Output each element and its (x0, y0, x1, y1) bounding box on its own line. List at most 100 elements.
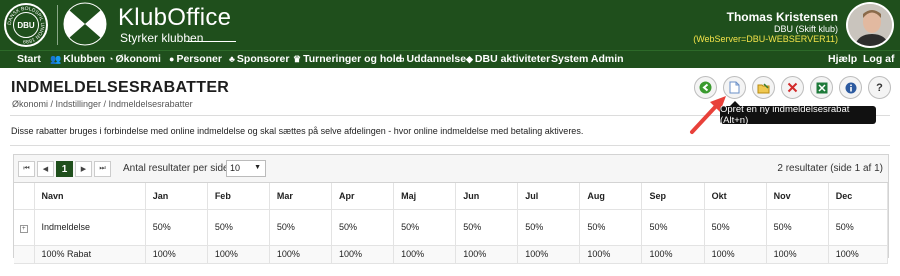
table-row[interactable]: 100% Rabat 100% 100% 100% 100% 100% 100%… (14, 245, 889, 264)
rebates-grid: ⏮ ◀ 1 ▶ ⏭ Antal resultater per side 10 ▼… (13, 154, 889, 264)
column-header[interactable]: Jun (455, 183, 519, 210)
export-excel-button[interactable] (810, 76, 833, 99)
table-cell: 100% (704, 245, 767, 264)
current-page-button[interactable]: 1 (56, 161, 73, 177)
avatar[interactable] (846, 2, 894, 48)
table-cell: 100% (517, 245, 581, 264)
column-header[interactable]: Aug (579, 183, 643, 210)
main-nav: Start 👥 Klubben ◔ Økonomi ● Personer ♣ Spons… (0, 50, 900, 68)
first-page-button[interactable]: ⏮ (18, 161, 35, 177)
table-cell: 50% (828, 209, 889, 246)
info-button[interactable] (839, 76, 862, 99)
table-cell: 100% (393, 245, 457, 264)
graduation-cap-icon: ◆ (466, 54, 473, 64)
table-cell: 50% (393, 209, 457, 246)
column-header[interactable]: Jul (517, 183, 581, 210)
table-cell: 100% (579, 245, 643, 264)
app-header: DANSK BOLDSPIL UNION 1889 DBU KlubOffice… (0, 0, 900, 50)
person-icon: ● (169, 54, 175, 64)
table-cell: 50% (517, 209, 581, 246)
description-divider (10, 145, 890, 146)
column-header[interactable]: Dec (828, 183, 889, 210)
nav-item-system-admin[interactable]: System Admin (551, 53, 624, 65)
table-cell: 100% (455, 245, 519, 264)
users-icon: 👥 (50, 54, 62, 64)
header-divider (57, 5, 58, 45)
table-cell: 50% (331, 209, 395, 246)
table-cell: 50% (455, 209, 519, 246)
table-cell: 100% (207, 245, 270, 264)
table-cell: 100% (269, 245, 333, 264)
nav-item-start[interactable]: Start (17, 53, 41, 65)
nav-item-uddannelse[interactable]: ▭ Uddannelse (396, 53, 466, 65)
chevron-down-icon: ▼ (254, 164, 261, 171)
dbu-crest-logo: DANSK BOLDSPIL UNION 1889 DBU (4, 3, 48, 47)
last-page-button[interactable]: ⏭ (94, 161, 111, 177)
table-cell: 100% (145, 245, 208, 264)
table-cell: 100% (641, 245, 705, 264)
monitor-icon: ▭ (396, 54, 405, 64)
kluboffice-logo-icon[interactable] (63, 2, 107, 46)
table-cell: 50% (207, 209, 270, 246)
expand-plus-icon: + (19, 224, 28, 233)
next-page-button[interactable]: ▶ (75, 161, 92, 177)
table-cell: 50% (641, 209, 705, 246)
column-header[interactable]: Feb (207, 183, 270, 210)
crest-initials: DBU (13, 12, 39, 38)
rebates-table: Navn Jan Feb Mar Apr Maj Jun Jul Aug Sep… (14, 183, 889, 264)
tagline-underline (188, 41, 236, 42)
table-cell: 50% (704, 209, 767, 246)
nav-item-dbu-aktiviteter[interactable]: ◆ DBU aktiviteter (466, 53, 550, 65)
table-cell: 100% (331, 245, 395, 264)
edit-button[interactable] (752, 76, 775, 99)
per-page-value: 10 (230, 163, 241, 173)
table-cell: 50% (766, 209, 829, 246)
page-description: Disse rabatter bruges i forbindelse med … (11, 126, 584, 136)
money-bag-icon: ♣ (229, 54, 235, 64)
column-header[interactable]: Apr (331, 183, 395, 210)
table-cell: 100% Rabat (34, 245, 146, 264)
switch-club-link[interactable]: DBU (Skift klub) (774, 24, 838, 34)
nav-item-personer[interactable]: ● Personer (169, 53, 222, 65)
server-info: (WebServer=DBU-WEBSERVER11) (693, 34, 838, 44)
column-header[interactable]: Okt (704, 183, 767, 210)
row-expand-cell (14, 245, 35, 264)
nav-item-klubben[interactable]: 👥 Klubben (50, 53, 105, 65)
new-button-tooltip: Opret en ny indmeldelsesrabat (Alt+n) (720, 101, 876, 126)
app-tagline: Styrker klubben (120, 31, 204, 45)
nav-help-link[interactable]: Hjælp (828, 53, 857, 65)
grid-pager: ⏮ ◀ 1 ▶ ⏭ Antal resultater per side 10 ▼… (14, 155, 888, 183)
help-button[interactable]: ? (868, 76, 891, 99)
coin-icon: ◔ (108, 54, 114, 64)
table-row[interactable]: + Indmeldelse 50% 50% 50% 50% 50% 50% 50… (14, 209, 889, 246)
table-cell: 50% (579, 209, 643, 246)
question-icon: ? (876, 81, 883, 94)
column-header[interactable]: Navn (34, 183, 146, 210)
column-header[interactable]: Mar (269, 183, 333, 210)
column-header[interactable]: Nov (766, 183, 829, 210)
per-page-select[interactable]: 10 ▼ (226, 160, 266, 177)
avatar-photo (848, 4, 892, 46)
table-cell: 100% (828, 245, 889, 264)
nav-item-okonomi[interactable]: ◔ Økonomi (108, 53, 161, 65)
trophy-icon: ♛ (293, 54, 302, 64)
table-header-row: Navn Jan Feb Mar Apr Maj Jun Jul Aug Sep… (14, 183, 889, 210)
excel-icon (816, 82, 827, 93)
table-cell: Indmeldelse (34, 209, 146, 246)
nav-logout-link[interactable]: Log af (863, 53, 895, 65)
info-icon (845, 82, 856, 93)
table-cell: 100% (766, 245, 829, 264)
expand-column-header (14, 183, 35, 210)
row-expand-toggle[interactable]: + (14, 209, 35, 246)
column-header[interactable]: Sep (641, 183, 705, 210)
nav-item-sponsorer[interactable]: ♣ Sponsorer (229, 53, 289, 65)
app-title: KlubOffice (118, 4, 232, 31)
delete-button[interactable] (781, 76, 804, 99)
nav-item-turneringer[interactable]: ♛ Turneringer og hold (293, 53, 402, 65)
column-header[interactable]: Maj (393, 183, 457, 210)
result-count: 2 resultater (side 1 af 1) (777, 163, 883, 174)
breadcrumb[interactable]: Økonomi / Indstillinger / Indmeldelsesra… (12, 99, 193, 109)
user-name: Thomas Kristensen (726, 10, 838, 24)
column-header[interactable]: Jan (145, 183, 208, 210)
prev-page-button[interactable]: ◀ (37, 161, 54, 177)
